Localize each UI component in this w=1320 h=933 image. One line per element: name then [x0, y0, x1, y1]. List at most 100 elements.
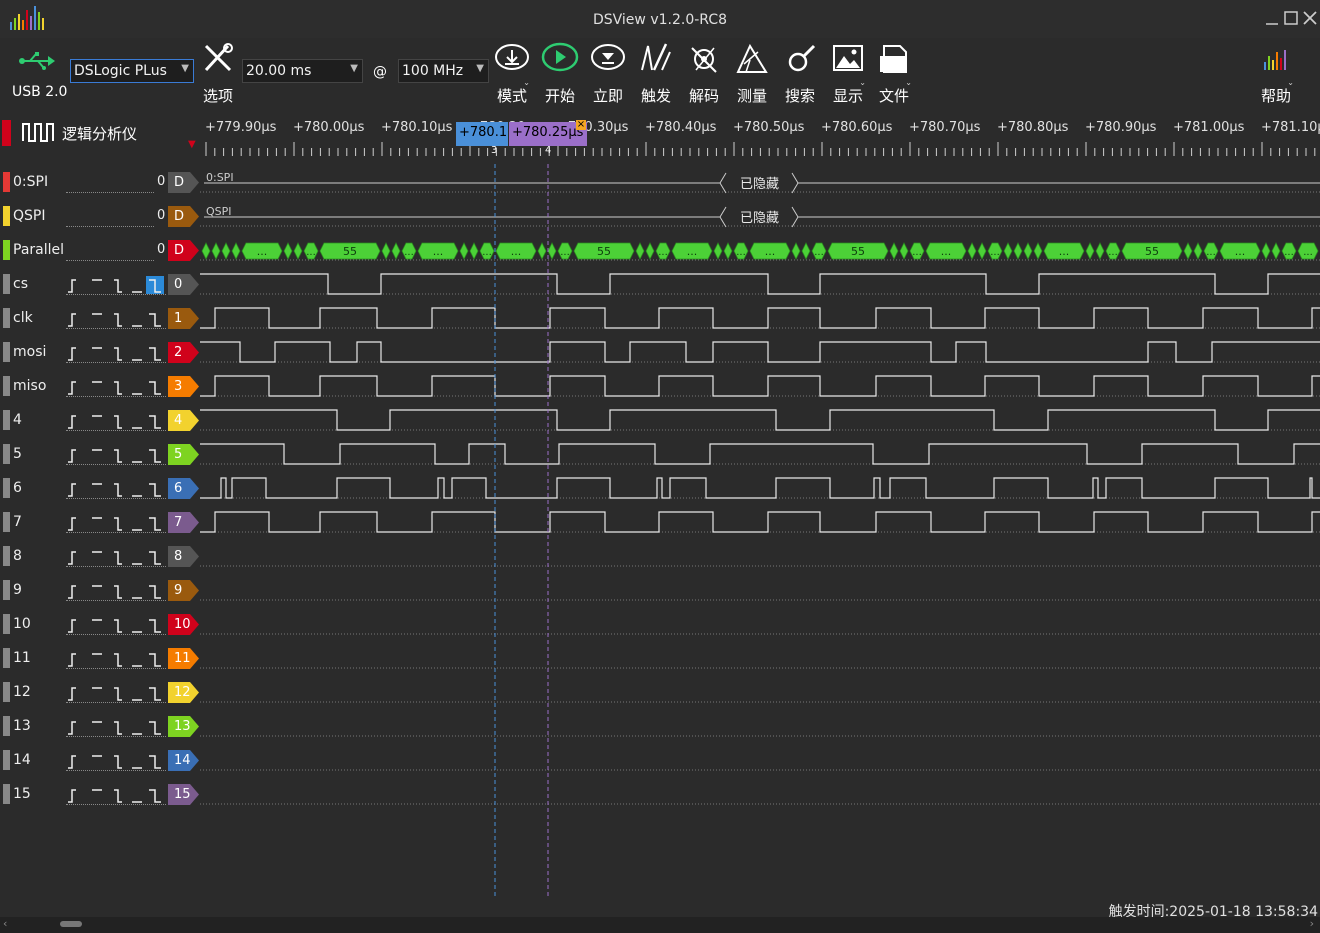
cursor-1-label[interactable]: +780.15µs	[456, 122, 508, 146]
trigger-selector[interactable]	[66, 786, 166, 804]
channel-color-bar[interactable]	[3, 716, 10, 736]
falling-edge-icon[interactable]	[114, 449, 122, 463]
channel-name[interactable]: cs	[13, 276, 28, 292]
falling-edge-icon[interactable]	[114, 415, 122, 429]
channel-color-bar[interactable]	[3, 648, 10, 668]
decode-button[interactable]: 解码	[682, 42, 726, 112]
channel-row[interactable]: 7 7	[0, 504, 200, 538]
trigger-selector[interactable]	[66, 752, 166, 770]
falling-edge-icon[interactable]	[114, 755, 122, 769]
rising-edge-icon[interactable]	[68, 347, 76, 361]
waveform-area[interactable]: 0:SPI 已隐藏 QSPI 已隐藏...... 55............... 55…	[200, 164, 1320, 904]
any-edge-icon[interactable]	[149, 551, 161, 565]
channel-name[interactable]: 15	[13, 786, 31, 802]
any-edge-icon[interactable]	[149, 653, 161, 667]
channel-color-bar[interactable]	[3, 376, 10, 396]
channel-color-bar[interactable]	[3, 274, 10, 294]
channel-name[interactable]: QSPI	[13, 208, 45, 224]
channel-name[interactable]: Parallel	[13, 242, 64, 258]
falling-edge-icon[interactable]	[114, 483, 122, 497]
trigger-selector[interactable]	[66, 276, 166, 294]
channel-badge[interactable]: 15	[168, 784, 200, 805]
rising-edge-icon[interactable]	[68, 381, 76, 395]
channel-badge[interactable]: 9	[168, 580, 200, 601]
channel-badge[interactable]: 0	[168, 274, 200, 295]
channel-name[interactable]: 10	[13, 616, 31, 632]
channel-row[interactable]: 8 8	[0, 538, 200, 572]
trigger-selector[interactable]	[66, 480, 166, 498]
channel-badge[interactable]: 3	[168, 376, 200, 397]
trigger-selector[interactable]	[66, 446, 166, 464]
channel-name[interactable]: 14	[13, 752, 31, 768]
channel-name[interactable]: miso	[13, 378, 46, 394]
channel-name[interactable]: 8	[13, 548, 22, 564]
channel-badge[interactable]: 12	[168, 682, 200, 703]
samplerate-select[interactable]: 100 MHz ▼	[398, 59, 489, 83]
any-edge-icon[interactable]	[149, 415, 161, 429]
channel-color-bar[interactable]	[3, 682, 10, 702]
channel-badge[interactable]: 11	[168, 648, 200, 669]
trigger-selector[interactable]	[66, 412, 166, 430]
trigger-selector[interactable]	[66, 684, 166, 702]
trigger-selector[interactable]	[66, 582, 166, 600]
any-edge-icon[interactable]	[149, 517, 161, 531]
trigger-selector[interactable]	[66, 616, 166, 634]
falling-edge-icon[interactable]	[114, 585, 122, 599]
device-select[interactable]: DSLogic PLus ▼	[70, 59, 194, 83]
channel-color-bar[interactable]	[3, 172, 10, 192]
any-edge-icon[interactable]	[149, 619, 161, 633]
channel-color-bar[interactable]	[3, 546, 10, 566]
any-edge-icon[interactable]	[149, 483, 161, 497]
channel-name[interactable]: 13	[13, 718, 31, 734]
rising-edge-icon[interactable]	[68, 279, 76, 293]
rising-edge-icon[interactable]	[68, 789, 76, 803]
channel-badge[interactable]: 4	[168, 410, 200, 431]
channel-color-bar[interactable]	[3, 206, 10, 226]
cursor-close-icon[interactable]: ×	[576, 120, 586, 130]
channel-name[interactable]: clk	[13, 310, 33, 326]
channel-badge[interactable]: 7	[168, 512, 200, 533]
falling-edge-icon[interactable]	[114, 313, 122, 327]
any-edge-icon[interactable]	[149, 313, 161, 327]
trigger-selector[interactable]	[66, 514, 166, 532]
trigger-selector[interactable]	[66, 718, 166, 736]
channel-name[interactable]: 0:SPI	[13, 174, 48, 190]
any-edge-icon[interactable]	[149, 755, 161, 769]
channel-badge[interactable]: 8	[168, 546, 200, 567]
channel-badge[interactable]: 10	[168, 614, 200, 635]
channel-color-bar[interactable]	[3, 512, 10, 532]
start-button[interactable]: 开始	[538, 42, 582, 112]
channel-row[interactable]: 5 5	[0, 436, 200, 470]
channel-badge[interactable]: D	[168, 172, 200, 193]
any-edge-icon[interactable]	[149, 687, 161, 701]
falling-edge-icon[interactable]	[114, 619, 122, 633]
measure-button[interactable]: 测量	[730, 42, 774, 112]
channel-row[interactable]: 6 6	[0, 470, 200, 504]
channel-name[interactable]: 7	[13, 514, 22, 530]
scroll-right-icon[interactable]: ›	[1310, 917, 1314, 930]
channel-color-bar[interactable]	[3, 478, 10, 498]
falling-edge-icon[interactable]	[114, 721, 122, 735]
rising-edge-icon[interactable]	[68, 687, 76, 701]
any-edge-icon[interactable]	[149, 449, 161, 463]
rising-edge-icon[interactable]	[68, 653, 76, 667]
rising-edge-icon[interactable]	[68, 585, 76, 599]
close-icon[interactable]	[1302, 10, 1318, 26]
channel-badge[interactable]: 13	[168, 716, 200, 737]
any-edge-icon[interactable]	[149, 381, 161, 395]
display-button[interactable]: 显示 ⌄	[826, 42, 870, 112]
options-button[interactable]: 选项	[196, 42, 240, 112]
rising-edge-icon[interactable]	[68, 449, 76, 463]
rising-edge-icon[interactable]	[68, 313, 76, 327]
channel-row[interactable]: cs 0	[0, 266, 200, 300]
channel-name[interactable]: mosi	[13, 344, 46, 360]
channel-badge[interactable]: D	[168, 240, 200, 261]
scrollbar-thumb[interactable]	[60, 921, 82, 927]
channel-row[interactable]: 11 11	[0, 640, 200, 674]
channel-badge[interactable]: D	[168, 206, 200, 227]
trigger-selector[interactable]	[66, 344, 166, 362]
channel-row[interactable]: mosi 2	[0, 334, 200, 368]
channel-color-bar[interactable]	[3, 410, 10, 430]
rising-edge-icon[interactable]	[68, 721, 76, 735]
rising-edge-icon[interactable]	[68, 415, 76, 429]
